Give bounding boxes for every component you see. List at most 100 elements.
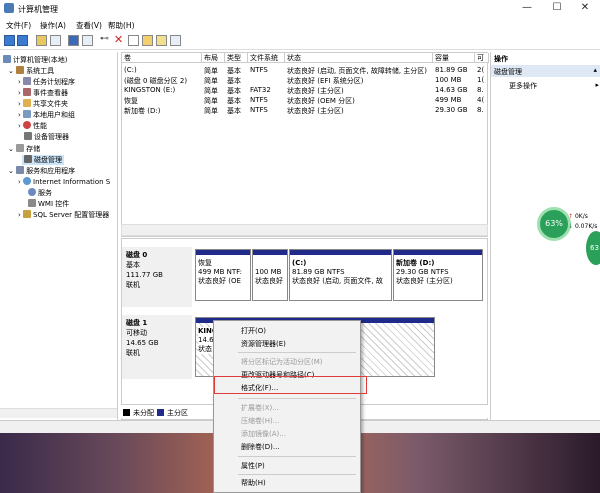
status: 状态良好 (主分区) (287, 107, 344, 115)
tree-item-shared-folders[interactable]: › 共享文件夹 (18, 99, 68, 109)
disk1-info[interactable]: 磁盘 1 可移动 14.65 GB 联机 (122, 315, 192, 379)
actions-section-label: 磁盘管理 (494, 68, 522, 76)
shared-folder-icon (23, 99, 32, 107)
disk0-name: 磁盘 0 (126, 251, 148, 259)
col-header-capacity[interactable]: 容量 (433, 53, 475, 63)
network-gauge[interactable]: 63% (537, 207, 571, 241)
filesystem: NTFS (250, 66, 268, 74)
layout: 简单 (204, 77, 218, 85)
disk1-size: 14.65 GB (126, 339, 159, 347)
tree-item-system-tools[interactable]: ⌄ 系统工具 (8, 66, 54, 76)
free: 1( (477, 76, 485, 84)
back-icon[interactable] (4, 35, 15, 46)
partition-bar (253, 250, 287, 255)
menu-item-explorer[interactable]: 资源管理器(E) (241, 339, 286, 349)
volume-list-scrollbar[interactable] (121, 224, 488, 236)
menu-item-mark-active[interactable]: 将分区标记为活动分区(M) (241, 357, 323, 367)
volume-name: (C:) (124, 66, 137, 74)
capacity: 81.89 GB (435, 66, 468, 74)
menu-item-properties[interactable]: 属性(P) (241, 461, 265, 471)
col-header-status[interactable]: 状态 (285, 53, 433, 63)
tree-scrollbar[interactable] (0, 408, 117, 418)
maximize-button[interactable]: ☐ (542, 2, 572, 16)
type: 基本 (227, 97, 241, 105)
actions-section[interactable]: 磁盘管理 ▴ (491, 65, 600, 77)
partition-status: 状态良好 (255, 277, 283, 285)
gauge-secondary[interactable]: 63 (586, 231, 600, 265)
tree-item-wmi[interactable]: WMI 控件 (28, 199, 69, 209)
tree-root[interactable]: 计算机管理(本地) (3, 55, 67, 65)
tree-item-iis[interactable]: › Internet Information S (18, 177, 110, 186)
menu-item-open[interactable]: 打开(O) (241, 326, 266, 336)
volume-name: 新加卷 (D:) (124, 107, 161, 115)
view-icon[interactable] (170, 35, 181, 46)
tree-item-task-scheduler[interactable]: › 任务计划程序 (18, 77, 75, 87)
col-header-free[interactable]: 可 (475, 53, 489, 63)
menu-separator (238, 398, 356, 399)
tree-item-disk-management[interactable]: 磁盘管理 (22, 155, 64, 165)
menu-item-delete[interactable]: 删除卷(D)... (241, 442, 280, 452)
status: 状态良好 (EFI 系统分区) (287, 77, 364, 85)
tree-item-storage[interactable]: ⌄ 存储 (8, 144, 40, 154)
tree-item-sql-config[interactable]: › SQL Server 配置管理器 (18, 210, 109, 220)
menu-separator (238, 474, 356, 475)
console-icon[interactable] (50, 35, 61, 46)
filesystem: FAT32 (250, 86, 271, 94)
open-icon[interactable] (142, 35, 153, 46)
disk0-size: 111.77 GB (126, 271, 163, 279)
menu-item-extend[interactable]: 扩展卷(X)... (241, 403, 279, 413)
tree-item-local-users[interactable]: › 本地用户和组 (18, 110, 75, 120)
free: 8. (477, 106, 484, 114)
disk0-info[interactable]: 磁盘 0 基本 111.77 GB 联机 (122, 247, 192, 307)
free: 2( (477, 66, 485, 74)
col-header-type[interactable]: 类型 (225, 53, 248, 63)
check-icon[interactable] (128, 35, 139, 46)
menu-separator (238, 456, 356, 457)
partition-recovery[interactable]: 恢复 499 MB NTF: 状态良好 (OE (195, 249, 251, 301)
users-icon (23, 110, 32, 118)
partition-size: 100 MB (255, 268, 282, 276)
app-icon (4, 3, 14, 13)
volume-name: 恢复 (124, 97, 138, 105)
folder-icon[interactable] (36, 35, 47, 46)
partition-c[interactable]: (C:) 81.89 GB NTFS 状态良好 (启动, 页面文件, 故 (289, 249, 392, 301)
col-header-volume[interactable]: 卷 (122, 53, 202, 63)
menu-action[interactable]: 操作(A) (40, 20, 66, 31)
minimize-button[interactable]: — (512, 2, 542, 16)
delete-icon[interactable]: ✕ (114, 34, 125, 46)
actions-title: 操作 (494, 55, 508, 63)
context-menu: 打开(O) 资源管理器(E) 将分区标记为活动分区(M) 更改驱动器号和路径(C… (213, 320, 361, 493)
more-actions[interactable]: 更多操作 ▸ (509, 81, 599, 91)
partition-d[interactable]: 新加卷 (D:) 29.30 GB NTFS 状态良好 (主分区) (393, 249, 483, 301)
menu-item-add-mirror[interactable]: 添加镜像(A)... (241, 429, 286, 439)
search-icon[interactable] (156, 35, 167, 46)
col-header-filesystem[interactable]: 文件系统 (248, 53, 285, 63)
filesystem: NTFS (250, 96, 268, 104)
tree-item-services[interactable]: 服务 (28, 188, 52, 198)
type: 基本 (227, 107, 241, 115)
tree-item-event-viewer[interactable]: › 事件查看器 (18, 88, 68, 98)
menu-file[interactable]: 文件(F) (6, 20, 31, 31)
menu-item-shrink[interactable]: 压缩卷(H)... (241, 416, 279, 426)
close-button[interactable]: ✕ (570, 2, 600, 16)
properties-icon[interactable] (82, 35, 93, 46)
performance-icon (23, 121, 32, 129)
connect-icon[interactable]: ⊷ (100, 35, 111, 46)
volume-name: KINGSTON (E:) (124, 86, 176, 94)
menu-item-help[interactable]: 帮助(H) (241, 478, 266, 488)
tree-item-performance[interactable]: › 性能 (18, 121, 47, 131)
help-icon[interactable] (68, 35, 79, 46)
forward-icon[interactable] (17, 35, 28, 46)
partition-efi[interactable]: 100 MB 状态良好 (252, 249, 288, 301)
tree-item-device-manager[interactable]: 设备管理器 (24, 132, 69, 142)
tree-item-services-apps[interactable]: ⌄ 服务和应用程序 (8, 166, 75, 176)
format-highlight-box (214, 376, 367, 394)
col-header-layout[interactable]: 布局 (202, 53, 225, 63)
menu-view[interactable]: 查看(V) (76, 20, 102, 31)
upload-speed: ↑ 0K/s (568, 213, 588, 220)
sql-icon (23, 210, 32, 218)
capacity: 14.63 GB (435, 86, 468, 94)
menu-help[interactable]: 帮助(H) (108, 20, 135, 31)
capacity: 100 MB (435, 76, 462, 84)
device-icon (24, 132, 32, 140)
